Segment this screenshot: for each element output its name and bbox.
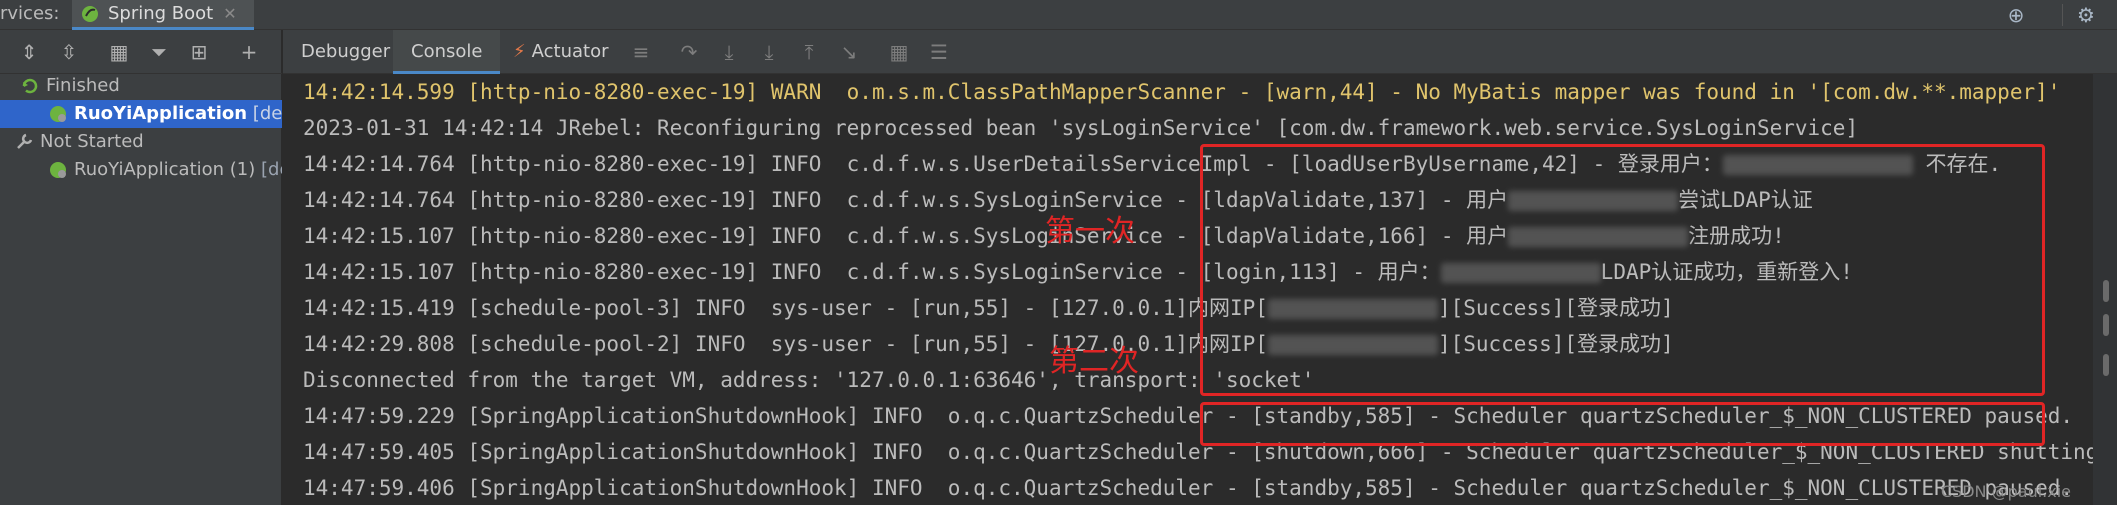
console-line: 14:42:14.599 [http-nio-8280-exec-19] WAR…: [303, 74, 2060, 110]
tree-node-finished[interactable]: Finished: [0, 72, 282, 100]
services-label: rvices:: [0, 3, 60, 24]
tab-debugger-label: Debugger: [301, 41, 391, 62]
console-line-text: 14:42:14.599 [http-nio-8280-exec-19] WAR…: [303, 80, 2061, 104]
console-line-text: 14:42:15.419 [schedule-pool-3] INFO sys-…: [303, 296, 1268, 320]
collapse-all-icon[interactable]: ⇳: [56, 39, 82, 65]
console-output[interactable]: 14:42:14.599 [http-nio-8280-exec-19] WAR…: [283, 74, 2093, 505]
tab-debugger[interactable]: Debugger: [301, 30, 390, 74]
tab-spring-boot[interactable]: Spring Boot ✕: [72, 0, 254, 30]
tree-label-not-started: Not Started: [40, 131, 144, 152]
console-scrollbar[interactable]: [2093, 74, 2117, 505]
layout-icon[interactable]: ⊞: [186, 39, 212, 65]
close-icon[interactable]: ✕: [223, 4, 236, 23]
console-tabs: Debugger Console ⚡ Actuator ≡ ↷ ⤓ ⤓ ⤒ ↘ ▦…: [283, 30, 2117, 74]
annotation-second: 第二次: [1049, 344, 1139, 379]
tree-label-ruoyi: RuoYiApplication [devto: [74, 100, 282, 128]
tab-actuator[interactable]: ⚡ Actuator: [513, 30, 609, 74]
add-icon[interactable]: +: [236, 39, 262, 65]
console-line: Disconnected from the target VM, address…: [303, 362, 1314, 398]
console-line-text: Disconnected from the target VM, address…: [303, 368, 1315, 392]
spring-boot-icon: [82, 5, 98, 22]
highlight-box-first-login: [1200, 144, 2045, 396]
filter-icon[interactable]: ⏷: [146, 39, 172, 65]
tree-label-ruoyi-1-detail: [de: [261, 159, 282, 180]
watermark: CSDN @paul.xie: [1940, 482, 2071, 501]
tab-console[interactable]: Console: [393, 30, 501, 74]
wrench-icon: [17, 133, 33, 149]
console-line-text: 2023-01-31 14:42:14 JRebel: Reconfigurin…: [303, 116, 1859, 140]
tree-label-ruoyi-1: RuoYiApplication (1) [de: [74, 156, 282, 184]
gear-icon[interactable]: ⚙: [2073, 2, 2099, 28]
tree-label-ruoyi-1-name: RuoYiApplication (1): [74, 159, 256, 180]
spring-app-icon: [50, 106, 66, 122]
tree-node-ruoyi-application-1[interactable]: RuoYiApplication (1) [de: [0, 156, 282, 184]
force-step-into-icon[interactable]: ⤓: [756, 39, 782, 65]
crosshair-icon[interactable]: ⊕: [2003, 2, 2029, 28]
tree-label-finished: Finished: [46, 75, 120, 96]
group-icon[interactable]: ▦: [106, 39, 132, 65]
divider: [2062, 4, 2063, 26]
tree-label-ruoyi-name: RuoYiApplication: [74, 103, 248, 124]
actuator-icon: ⚡: [513, 41, 526, 62]
console-line-text: 14:47:59.406 [SpringApplicationShutdownH…: [303, 476, 2074, 500]
tab-actuator-label: Actuator: [531, 41, 609, 62]
tree-node-not-started[interactable]: Not Started: [0, 128, 282, 156]
services-bar: rvices: Spring Boot ✕ ⊕ ⚙: [0, 0, 2117, 30]
tab-console-label: Console: [411, 41, 483, 62]
trace-icon[interactable]: ☰: [926, 39, 952, 65]
expand-all-icon[interactable]: ⇕: [16, 39, 42, 65]
annotation-first: 第一次: [1045, 214, 1135, 249]
menu-icon[interactable]: ≡: [628, 39, 654, 65]
tab-spring-boot-label: Spring Boot: [108, 3, 214, 24]
scroll-marker: [2103, 354, 2109, 376]
console-line: 2023-01-31 14:42:14 JRebel: Reconfigurin…: [303, 110, 1858, 146]
step-over-icon[interactable]: ↷: [676, 39, 702, 65]
console-line: 14:47:59.406 [SpringApplicationShutdownH…: [303, 470, 2073, 505]
step-into-icon[interactable]: ⤓: [716, 39, 742, 65]
refresh-group-icon: [22, 78, 38, 94]
evaluate-icon[interactable]: ▦: [886, 39, 912, 65]
step-out-icon[interactable]: ⤒: [796, 39, 822, 65]
tree-label-ruoyi-detail: [devto: [252, 103, 282, 124]
services-tree-panel: ⇕ ⇳ ▦ ⏷ ⊞ + Finished RuoYiApplication [d…: [0, 30, 282, 505]
tree-node-ruoyi-application[interactable]: RuoYiApplication [devto: [0, 100, 282, 128]
scroll-marker: [2103, 314, 2109, 336]
highlight-box-second-login: [1200, 402, 2045, 446]
run-to-cursor-icon[interactable]: ↘: [836, 39, 862, 65]
scroll-marker: [2103, 280, 2109, 302]
spring-app-icon: [50, 162, 66, 178]
services-toolbar: ⇕ ⇳ ▦ ⏷ ⊞ +: [0, 30, 282, 74]
